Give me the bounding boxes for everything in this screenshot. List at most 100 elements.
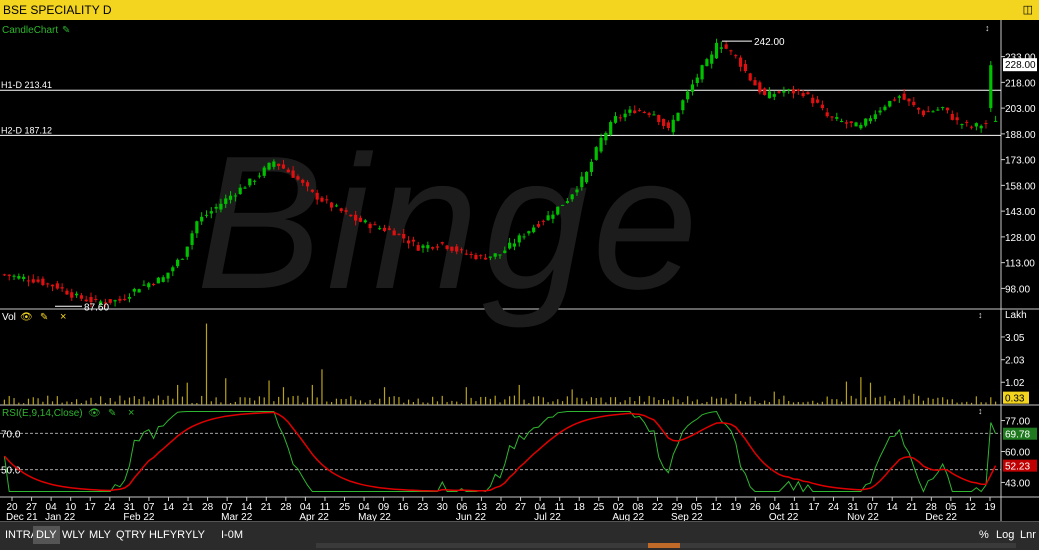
candle-body xyxy=(281,164,286,169)
title-bar: BSE SPECIALITY D ◫ xyxy=(0,0,1039,20)
candle-body xyxy=(888,100,892,107)
candle-body xyxy=(474,254,478,260)
timeframe-i-0m[interactable]: I-0M xyxy=(218,526,246,544)
scale-log[interactable]: Log xyxy=(996,526,1014,544)
candle-body xyxy=(349,214,353,217)
candle-body xyxy=(815,99,820,103)
x-tick-label: 14 xyxy=(163,502,175,513)
x-tick-label: 28 xyxy=(202,502,214,513)
candle-body xyxy=(560,204,565,206)
candle-body xyxy=(551,214,555,219)
candle-body xyxy=(508,242,512,249)
candle-body xyxy=(402,233,406,239)
candle-body xyxy=(79,295,83,299)
price-tick-label: 143.00 xyxy=(1005,207,1036,218)
x-month-label: May 22 xyxy=(358,512,391,521)
scrollbar-thumb[interactable] xyxy=(648,543,680,548)
x-tick-label: 19 xyxy=(984,502,996,513)
timeframe-dly[interactable]: DLY xyxy=(33,526,60,544)
candle-body xyxy=(993,120,998,122)
scale-linear[interactable]: Lnr xyxy=(1020,526,1036,544)
candle-body xyxy=(209,211,213,214)
candle-body xyxy=(368,223,372,229)
candle-body xyxy=(483,257,488,260)
candle-body xyxy=(955,117,959,121)
maximize-icon[interactable]: ◫ xyxy=(1023,3,1033,16)
candle-body xyxy=(575,189,579,193)
scale-percent[interactable]: % xyxy=(979,526,989,544)
candle-body xyxy=(859,124,863,129)
panel-arrows-icon: ↕ xyxy=(978,310,983,320)
candle-body xyxy=(941,107,945,109)
x-month-label: Aug 22 xyxy=(612,512,644,521)
candle-body xyxy=(94,298,98,300)
candle-body xyxy=(479,255,483,257)
pencil-icon[interactable]: ✎ xyxy=(108,408,116,419)
chart-scrollbar[interactable] xyxy=(316,543,1016,548)
close-icon[interactable]: × xyxy=(128,407,134,419)
candle-body xyxy=(599,137,603,152)
candle-body xyxy=(604,132,608,141)
candle-body xyxy=(743,63,747,72)
candle-body xyxy=(459,249,464,251)
candle-body xyxy=(488,256,492,258)
candle-body xyxy=(666,122,671,128)
rsi-reference-label: 50.0 xyxy=(1,466,21,477)
candle-body xyxy=(950,113,954,120)
eye-icon[interactable]: 👁 xyxy=(20,312,33,323)
candle-body xyxy=(695,77,699,84)
candle-body xyxy=(305,182,310,187)
price-tick-label: 113.00 xyxy=(1005,259,1035,270)
candle-body xyxy=(609,122,613,135)
candle-body xyxy=(190,233,194,245)
eye-icon[interactable]: 👁 xyxy=(88,408,101,419)
candle-body xyxy=(594,147,598,160)
close-icon[interactable]: × xyxy=(60,311,66,323)
candle-body xyxy=(556,206,560,215)
pencil-icon[interactable]: ✎ xyxy=(62,25,70,36)
chart-area[interactable]: BingeCandleChart ✎ ↕233.00218.00203.00188.… xyxy=(0,20,1039,521)
candle-body xyxy=(180,258,185,260)
candle-body xyxy=(613,116,618,123)
x-tick-label: 24 xyxy=(828,502,840,513)
candle-body xyxy=(204,214,209,216)
timeframe-mly[interactable]: MLY xyxy=(86,526,114,544)
candle-body xyxy=(445,245,449,249)
candle-body xyxy=(811,97,815,104)
x-month-label: Dec 21 xyxy=(6,512,38,521)
candle-body xyxy=(214,206,218,209)
candle-body xyxy=(257,175,262,177)
candle-body xyxy=(373,224,377,226)
rsi-last-label: 69.78 xyxy=(1005,430,1030,441)
candle-body xyxy=(657,115,661,123)
candle-body xyxy=(796,89,800,91)
x-tick-label: 24 xyxy=(104,502,116,513)
candle-body xyxy=(65,290,69,295)
x-tick-label: 22 xyxy=(652,502,664,513)
pencil-icon[interactable]: ✎ xyxy=(40,312,48,323)
x-month-label: Dec 22 xyxy=(925,512,957,521)
timeframe-wly[interactable]: WLY xyxy=(59,526,88,544)
candle-body xyxy=(151,283,156,285)
candle-body xyxy=(84,299,88,302)
candle-body xyxy=(392,230,396,236)
candle-body xyxy=(546,215,550,221)
volume-tick-label: 3.05 xyxy=(1005,333,1025,344)
timeframe-qtry[interactable]: QTRY xyxy=(113,526,149,544)
candle-body xyxy=(243,187,247,189)
candle-body xyxy=(989,65,993,109)
window-title: BSE SPECIALITY D xyxy=(3,3,112,17)
timeframe-yly[interactable]: YLY xyxy=(182,526,208,544)
candle-body xyxy=(892,99,897,101)
price-tick-label: 188.00 xyxy=(1005,130,1036,141)
x-tick-label: 21 xyxy=(182,502,194,513)
candle-body xyxy=(772,94,776,97)
candle-body xyxy=(12,275,16,277)
candle-body xyxy=(878,110,882,113)
candle-body xyxy=(690,84,695,92)
candle-body xyxy=(700,65,704,80)
candle-body xyxy=(585,171,589,183)
candle-body xyxy=(166,272,170,279)
candle-body xyxy=(541,220,545,222)
candle-body xyxy=(710,54,714,64)
